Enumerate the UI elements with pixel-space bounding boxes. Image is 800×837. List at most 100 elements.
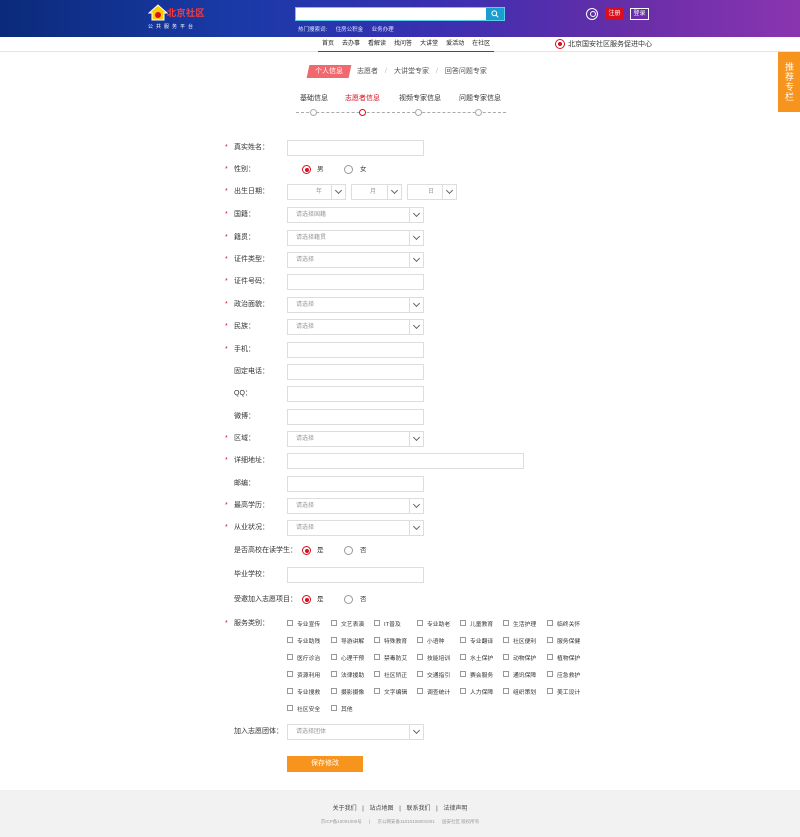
student-no-radio[interactable] xyxy=(344,546,353,555)
register-button[interactable]: 注册 xyxy=(605,8,624,20)
gender-male-radio[interactable] xyxy=(302,165,311,174)
service-checkbox[interactable]: 应急救护 xyxy=(547,669,580,679)
nav-item-lecture[interactable]: 大讲堂 xyxy=(416,37,442,51)
checkbox-box[interactable] xyxy=(331,620,337,626)
service-checkbox[interactable]: 导游讲解 xyxy=(331,635,364,645)
step-basic-info[interactable]: 基础信息 xyxy=(300,93,328,103)
zip-input[interactable] xyxy=(287,476,424,492)
checkbox-box[interactable] xyxy=(503,688,509,694)
political-select[interactable]: 请选择 xyxy=(287,297,424,313)
checkbox-box[interactable] xyxy=(417,620,423,626)
hot-word-link[interactable]: 住房公积金 xyxy=(336,27,364,33)
school-input[interactable] xyxy=(287,567,424,583)
recommend-column-tab[interactable]: 推荐专栏 xyxy=(778,52,800,112)
birth-year-select[interactable]: 年 xyxy=(287,184,346,200)
service-checkbox[interactable]: 技能培训 xyxy=(417,652,450,662)
service-checkbox[interactable]: 人力保障 xyxy=(460,686,493,696)
checkbox-box[interactable] xyxy=(460,654,466,660)
checkbox-box[interactable] xyxy=(417,637,423,643)
nav-item-activity[interactable]: 爱活动 xyxy=(442,37,468,51)
ethnic-select[interactable]: 请选择 xyxy=(287,319,424,335)
service-checkbox[interactable]: 摄影摄像 xyxy=(331,686,364,696)
checkbox-box[interactable] xyxy=(287,637,293,643)
checkbox-box[interactable] xyxy=(460,688,466,694)
service-checkbox[interactable]: 赛会服务 xyxy=(460,669,493,679)
checkbox-box[interactable] xyxy=(331,705,337,711)
checkbox-box[interactable] xyxy=(417,654,423,660)
nav-item-services[interactable]: 去办事 xyxy=(338,37,364,51)
nav-item-interpret[interactable]: 看解读 xyxy=(364,37,390,51)
service-checkbox[interactable]: 水土保护 xyxy=(460,652,493,662)
service-checkbox[interactable]: 医疗诊治 xyxy=(287,652,320,662)
service-checkbox[interactable]: 社区便利 xyxy=(503,635,536,645)
service-checkbox[interactable]: 社区安全 xyxy=(287,703,320,713)
education-select[interactable]: 请选择 xyxy=(287,498,424,514)
birth-day-select[interactable]: 日 xyxy=(407,184,457,200)
footer-link-about[interactable]: 关于我们 xyxy=(333,806,357,812)
checkbox-box[interactable] xyxy=(287,620,293,626)
checkbox-box[interactable] xyxy=(417,671,423,677)
checkbox-box[interactable] xyxy=(374,688,380,694)
service-checkbox[interactable]: 社区矫正 xyxy=(374,669,407,679)
checkbox-box[interactable] xyxy=(547,620,553,626)
checkbox-box[interactable] xyxy=(374,637,380,643)
step-question-expert-info[interactable]: 问题专家信息 xyxy=(459,93,501,103)
service-checkbox[interactable]: 专业助老 xyxy=(417,618,450,628)
search-button[interactable] xyxy=(486,8,504,20)
service-checkbox[interactable]: 其他 xyxy=(331,703,353,713)
footer-link-legal[interactable]: 法律声明 xyxy=(443,806,467,812)
checkbox-box[interactable] xyxy=(331,654,337,660)
checkbox-box[interactable] xyxy=(374,654,380,660)
nav-item-community[interactable]: 在社区 xyxy=(468,37,494,51)
service-checkbox[interactable]: 文艺表演 xyxy=(331,618,364,628)
service-checkbox[interactable]: 调查统计 xyxy=(417,686,450,696)
service-checkbox[interactable]: 临终关怀 xyxy=(547,618,580,628)
service-checkbox[interactable]: 儿童教育 xyxy=(460,618,493,628)
service-checkbox[interactable]: 通讯保障 xyxy=(503,669,536,679)
weibo-input[interactable] xyxy=(287,409,424,425)
checkbox-box[interactable] xyxy=(460,637,466,643)
checkbox-box[interactable] xyxy=(287,688,293,694)
nationality-select[interactable]: 请选择国籍 xyxy=(287,207,424,223)
phone-input[interactable] xyxy=(287,364,424,380)
checkbox-box[interactable] xyxy=(331,637,337,643)
checkbox-box[interactable] xyxy=(417,688,423,694)
service-checkbox[interactable]: 禁毒防艾 xyxy=(374,652,407,662)
footer-link-sitemap[interactable]: 站点地图 xyxy=(370,806,394,812)
service-checkbox[interactable]: 特殊教育 xyxy=(374,635,407,645)
checkbox-box[interactable] xyxy=(331,671,337,677)
nav-item-home[interactable]: 首页 xyxy=(318,37,338,51)
tab-qa-expert[interactable]: 回答问题专家 xyxy=(438,65,494,78)
employment-select[interactable]: 请选择 xyxy=(287,520,424,536)
search-box[interactable] xyxy=(295,7,505,21)
address-input[interactable] xyxy=(287,453,524,469)
service-checkbox[interactable]: 专业宣传 xyxy=(287,618,320,628)
service-checkbox[interactable]: 专业搜救 xyxy=(287,686,320,696)
service-checkbox[interactable]: 组织策划 xyxy=(503,686,536,696)
tab-volunteer[interactable]: 志愿者 xyxy=(350,65,385,78)
footer-link-contact[interactable]: 联系我们 xyxy=(406,806,430,812)
invited-yes-radio[interactable] xyxy=(302,595,311,604)
checkbox-box[interactable] xyxy=(547,654,553,660)
checkbox-box[interactable] xyxy=(503,637,509,643)
service-checkbox[interactable]: 生活护理 xyxy=(503,618,536,628)
student-yes-radio[interactable] xyxy=(302,546,311,555)
checkbox-box[interactable] xyxy=(287,654,293,660)
checkbox-box[interactable] xyxy=(547,637,553,643)
checkbox-box[interactable] xyxy=(287,705,293,711)
service-checkbox[interactable]: 资源利用 xyxy=(287,669,320,679)
site-logo[interactable]: 北京社区 公共服务平台 xyxy=(148,3,206,31)
qq-input[interactable] xyxy=(287,386,424,402)
step-video-expert-info[interactable]: 视频专家信息 xyxy=(399,93,441,103)
checkbox-box[interactable] xyxy=(331,688,337,694)
save-button[interactable]: 保存修改 xyxy=(287,756,363,772)
step-volunteer-info[interactable]: 志愿者信息 xyxy=(345,93,380,103)
tab-personal-info[interactable]: 个人信息 xyxy=(306,65,352,78)
service-checkbox[interactable]: 动物保护 xyxy=(503,652,536,662)
id-type-select[interactable]: 请选择 xyxy=(287,252,424,268)
checkbox-box[interactable] xyxy=(503,654,509,660)
join-group-select[interactable]: 请选择团体 xyxy=(287,724,424,740)
tab-lecture-expert[interactable]: 大讲堂专家 xyxy=(387,65,436,78)
checkbox-box[interactable] xyxy=(374,671,380,677)
login-button[interactable]: 登录 xyxy=(630,8,649,20)
